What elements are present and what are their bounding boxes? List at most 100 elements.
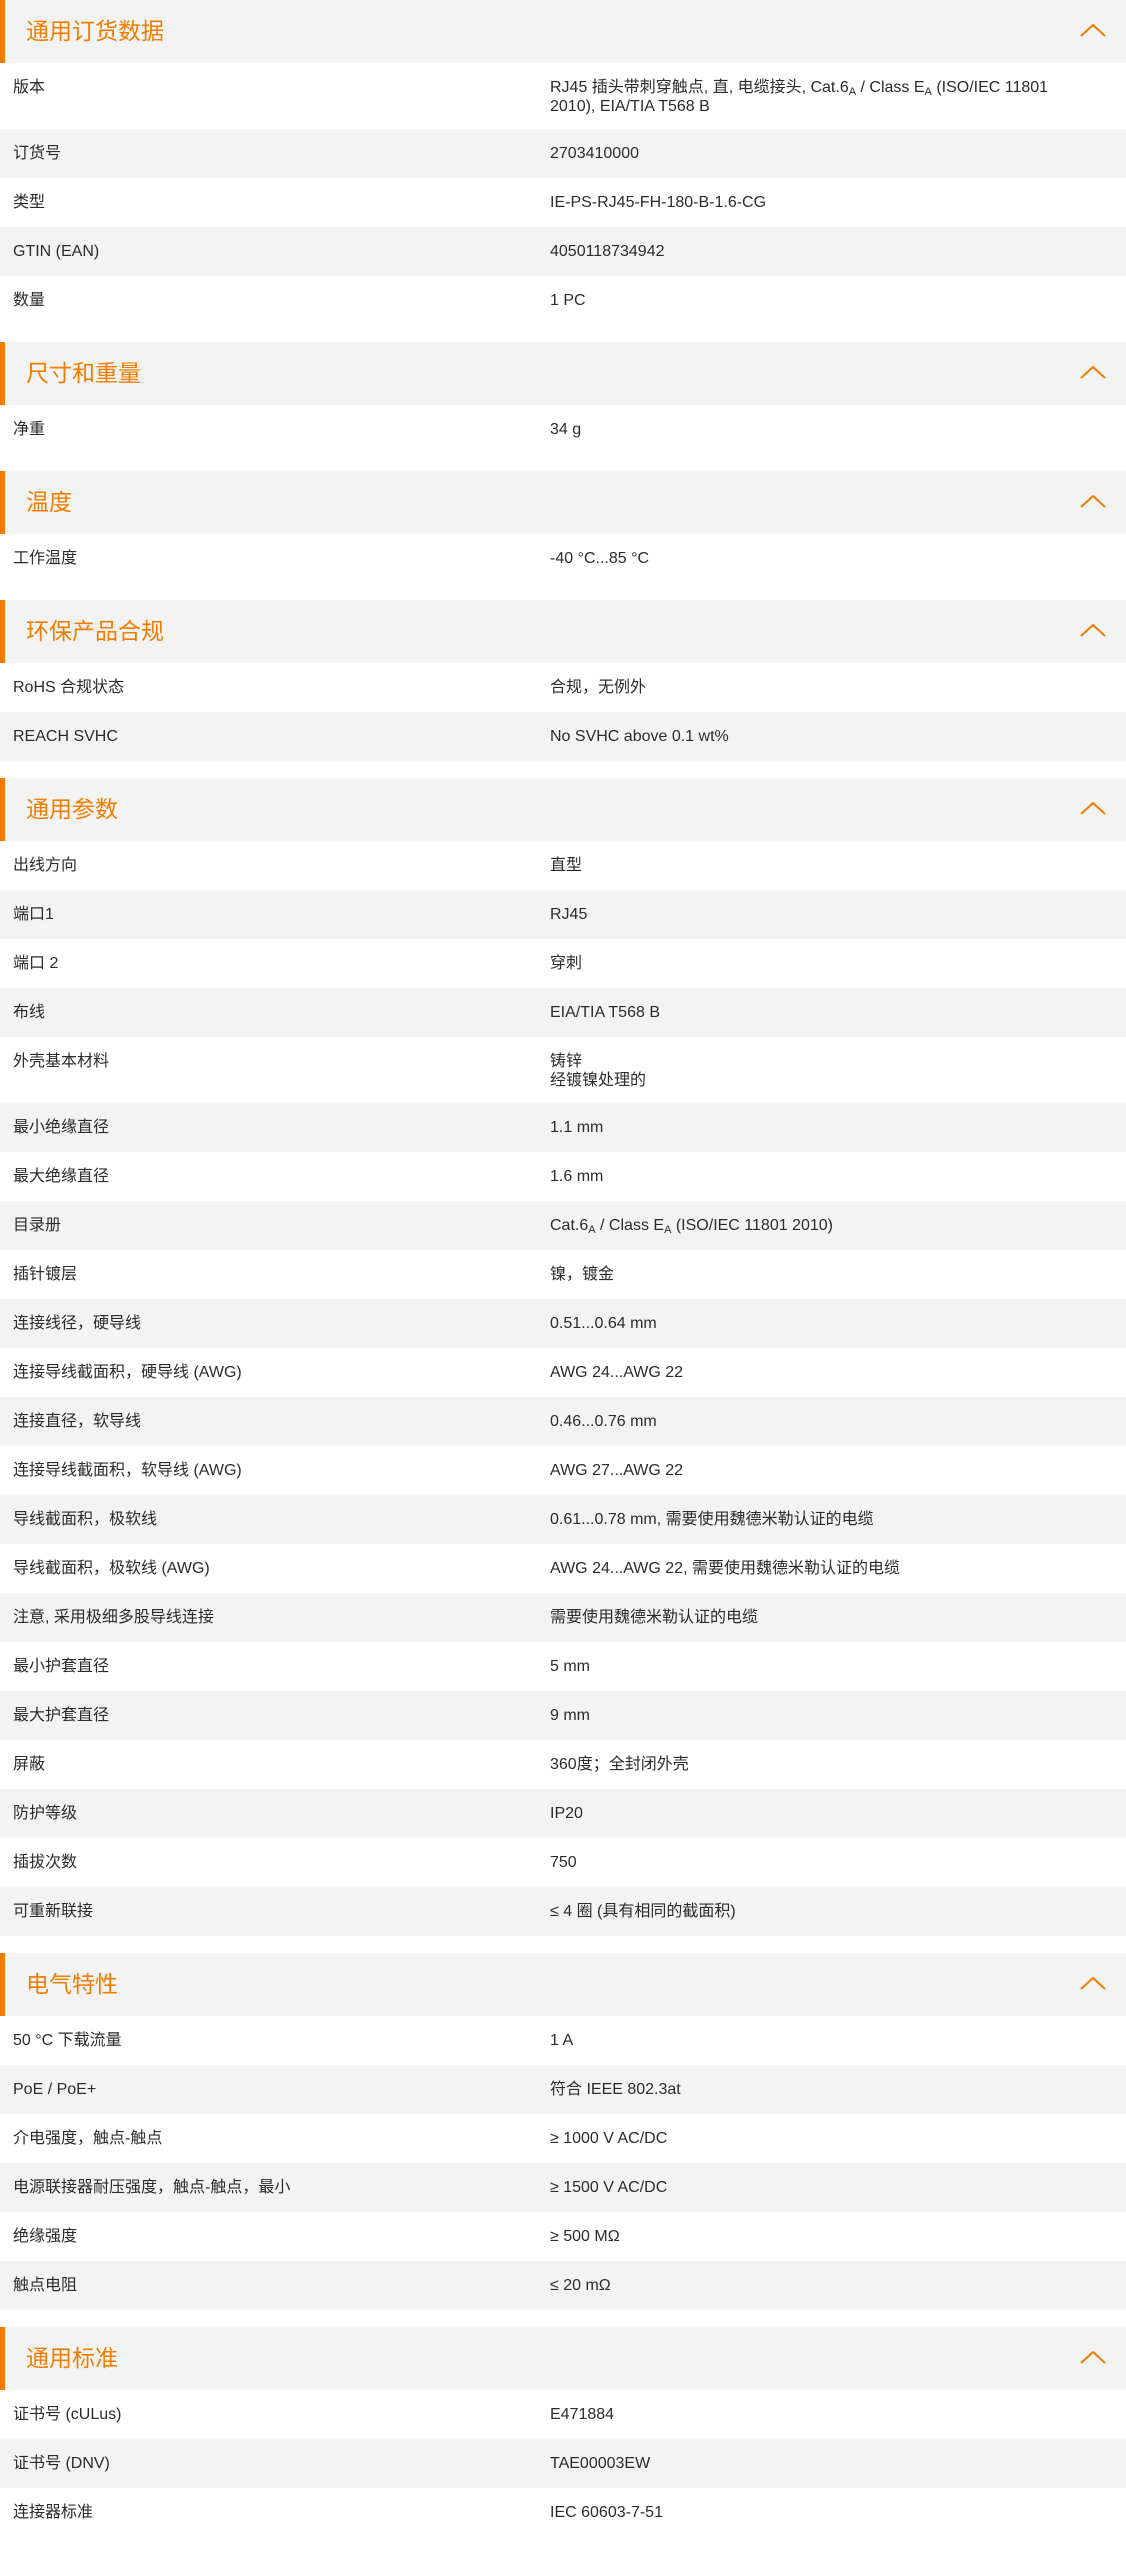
spec-label: 数量 [13, 292, 46, 309]
spec-value-line: TAE00003EW [550, 2454, 1114, 2473]
spec-row: 连接导线截面积，硬导线 (AWG) AWG 24...AWG 22 [0, 1348, 1126, 1397]
spec-label: 50 °C 下载流量 [13, 2032, 122, 2049]
value-text: 符合 IEEE 802.3at [550, 2081, 681, 2098]
spec-value: 需要使用魏德米勒认证的电缆 [540, 1593, 1126, 1627]
subscript-text: A [588, 1224, 596, 1236]
spec-row: 目录册 Cat.6A / Class EA (ISO/IEC 11801 2010… [0, 1201, 1126, 1250]
value-text: ≤ 4 圈 (具有相同的截面积) [550, 1903, 736, 1920]
spec-label: 电源联接器耐压强度，触点-触点，最小 [13, 2179, 291, 2196]
spec-value: IE-PS-RJ45-FH-180-B-1.6-CG [540, 178, 1126, 212]
spec-section: 通用标准 证书号 (cULus) E471884 证书号 (DNV) TAE00003E… [0, 2327, 1126, 2537]
value-text: 穿刺 [550, 955, 583, 972]
spec-value-line: 2703410000 [550, 144, 1114, 163]
value-text: 需要使用魏德米勒认证的电缆 [550, 1609, 759, 1626]
chevron-up-icon[interactable] [1078, 2343, 1108, 2373]
spec-label: 布线 [13, 1004, 46, 1021]
spec-row: 连接器标准 IEC 60603-7-51 [0, 2488, 1126, 2537]
value-text: 9 mm [550, 1707, 590, 1724]
spec-value-line: 经镀镍处理的 [550, 1071, 1114, 1090]
spec-value: Cat.6A / Class EA (ISO/IEC 11801 2010) [540, 1201, 1126, 1236]
spec-label: 目录册 [13, 1217, 62, 1234]
spec-label: 绝缘强度 [13, 2228, 78, 2245]
section-title: 通用参数 [26, 796, 118, 822]
chevron-up-icon[interactable] [1078, 16, 1108, 46]
spec-value-line: IE-PS-RJ45-FH-180-B-1.6-CG [550, 193, 1114, 212]
spec-value: 1 PC [540, 276, 1126, 310]
section-header[interactable]: 温度 [0, 471, 1126, 534]
spec-label: 注意, 采用极细多股导线连接 [13, 1609, 214, 1626]
spec-value: RJ45 插头带刺穿触点, 直, 电缆接头, Cat.6A / Class EA… [540, 63, 1126, 116]
spec-value-line: ≥ 1500 V AC/DC [550, 2178, 1114, 2197]
spec-value-line: RJ45 插头带刺穿触点, 直, 电缆接头, Cat.6A / Class EA… [550, 78, 1114, 98]
value-text: EIA/TIA T568 B [550, 1004, 660, 1021]
chevron-up-icon[interactable] [1078, 794, 1108, 824]
section-title: 通用订货数据 [26, 18, 164, 44]
spec-value: 1.6 mm [540, 1152, 1126, 1186]
value-text: 经镀镍处理的 [550, 1072, 647, 1089]
spec-value-line: 需要使用魏德米勒认证的电缆 [550, 1608, 1114, 1627]
spec-row: 屏蔽 360度；全封闭外壳 [0, 1740, 1126, 1789]
spec-label: 端口 2 [13, 955, 59, 972]
chevron-up-icon[interactable] [1078, 358, 1108, 388]
spec-value: TAE00003EW [540, 2439, 1126, 2473]
section-header[interactable]: 通用参数 [0, 778, 1126, 841]
section-header[interactable]: 通用标准 [0, 2327, 1126, 2390]
spec-value-line: 1 PC [550, 291, 1114, 310]
spec-row: 证书号 (DNV) TAE00003EW [0, 2439, 1126, 2488]
spec-label: 证书号 (DNV) [13, 2455, 110, 2472]
spec-row: 电源联接器耐压强度，触点-触点，最小 ≥ 1500 V AC/DC [0, 2163, 1126, 2212]
value-text: / Class E [856, 79, 925, 96]
spec-value: ≥ 1500 V AC/DC [540, 2163, 1126, 2197]
spec-row: 端口 2 穿刺 [0, 939, 1126, 988]
spec-value-line: 铸锌 [550, 1052, 1114, 1071]
spec-row: 连接直径，软导线 0.46...0.76 mm [0, 1397, 1126, 1446]
spec-label: 连接导线截面积，软导线 (AWG) [13, 1462, 242, 1479]
spec-value: IP20 [540, 1789, 1126, 1823]
spec-label: 介电强度，触点-触点 [13, 2130, 163, 2147]
chevron-up-icon[interactable] [1078, 616, 1108, 646]
spec-value: 1.1 mm [540, 1103, 1126, 1137]
spec-value-line: 穿刺 [550, 954, 1114, 973]
spec-row: 注意, 采用极细多股导线连接 需要使用魏德米勒认证的电缆 [0, 1593, 1126, 1642]
spec-value: 360度；全封闭外壳 [540, 1740, 1126, 1774]
value-text: 直型 [550, 857, 583, 874]
section-header[interactable]: 尺寸和重量 [0, 342, 1126, 405]
spec-row: PoE / PoE+ 符合 IEEE 802.3at [0, 2065, 1126, 2114]
spec-row: 可重新联接 ≤ 4 圈 (具有相同的截面积) [0, 1887, 1126, 1936]
value-text: 0.61...0.78 mm, 需要使用魏德米勒认证的电缆 [550, 1511, 874, 1528]
spec-label: PoE / PoE+ [13, 2081, 97, 2098]
spec-value-line: RJ45 [550, 905, 1114, 924]
chevron-up-icon[interactable] [1078, 487, 1108, 517]
section-header[interactable]: 电气特性 [0, 1953, 1126, 2016]
value-text: 2703410000 [550, 145, 639, 162]
value-text: ≥ 1000 V AC/DC [550, 2130, 668, 2147]
spec-label: 可重新联接 [13, 1903, 94, 1920]
spec-value: 5 mm [540, 1642, 1126, 1676]
spec-value-line: 0.51...0.64 mm [550, 1314, 1114, 1333]
section-title: 通用标准 [26, 2345, 118, 2371]
spec-row: 连接导线截面积，软导线 (AWG) AWG 27...AWG 22 [0, 1446, 1126, 1495]
spec-label: 连接导线截面积，硬导线 (AWG) [13, 1364, 242, 1381]
spec-label: 版本 [13, 79, 46, 96]
section-header[interactable]: 环保产品合规 [0, 600, 1126, 663]
spec-value: ≤ 20 mΩ [540, 2261, 1126, 2295]
spec-value-line: 750 [550, 1853, 1114, 1872]
spec-value: 4050118734942 [540, 227, 1126, 261]
spec-section: 通用订货数据版本 RJ45 插头带刺穿触点, 直, 电缆接头, Cat.6A / … [0, 0, 1126, 325]
spec-row: GTIN (EAN) 4050118734942 [0, 227, 1126, 276]
spec-row: 导线截面积，极软线 0.61...0.78 mm, 需要使用魏德米勒认证的电缆 [0, 1495, 1126, 1544]
spec-value-line: 34 g [550, 420, 1114, 439]
value-text: -40 °C...85 °C [550, 550, 650, 567]
spec-value-line: ≤ 20 mΩ [550, 2276, 1114, 2295]
spec-row: 数量 1 PC [0, 276, 1126, 325]
section-header[interactable]: 通用订货数据 [0, 0, 1126, 63]
chevron-up-icon[interactable] [1078, 1969, 1108, 1999]
spec-value: 0.51...0.64 mm [540, 1299, 1126, 1333]
spec-row: 订货号 2703410000 [0, 129, 1126, 178]
spec-row: 导线截面积，极软线 (AWG) AWG 24...AWG 22, 需要使用魏德米勒… [0, 1544, 1126, 1593]
spec-value-line: 360度；全封闭外壳 [550, 1755, 1114, 1774]
spec-label: 触点电阻 [13, 2277, 78, 2294]
spec-label: 防护等级 [13, 1805, 78, 1822]
spec-row: 50 °C 下载流量 1 A [0, 2016, 1126, 2065]
spec-row: 插拔次数 750 [0, 1838, 1126, 1887]
